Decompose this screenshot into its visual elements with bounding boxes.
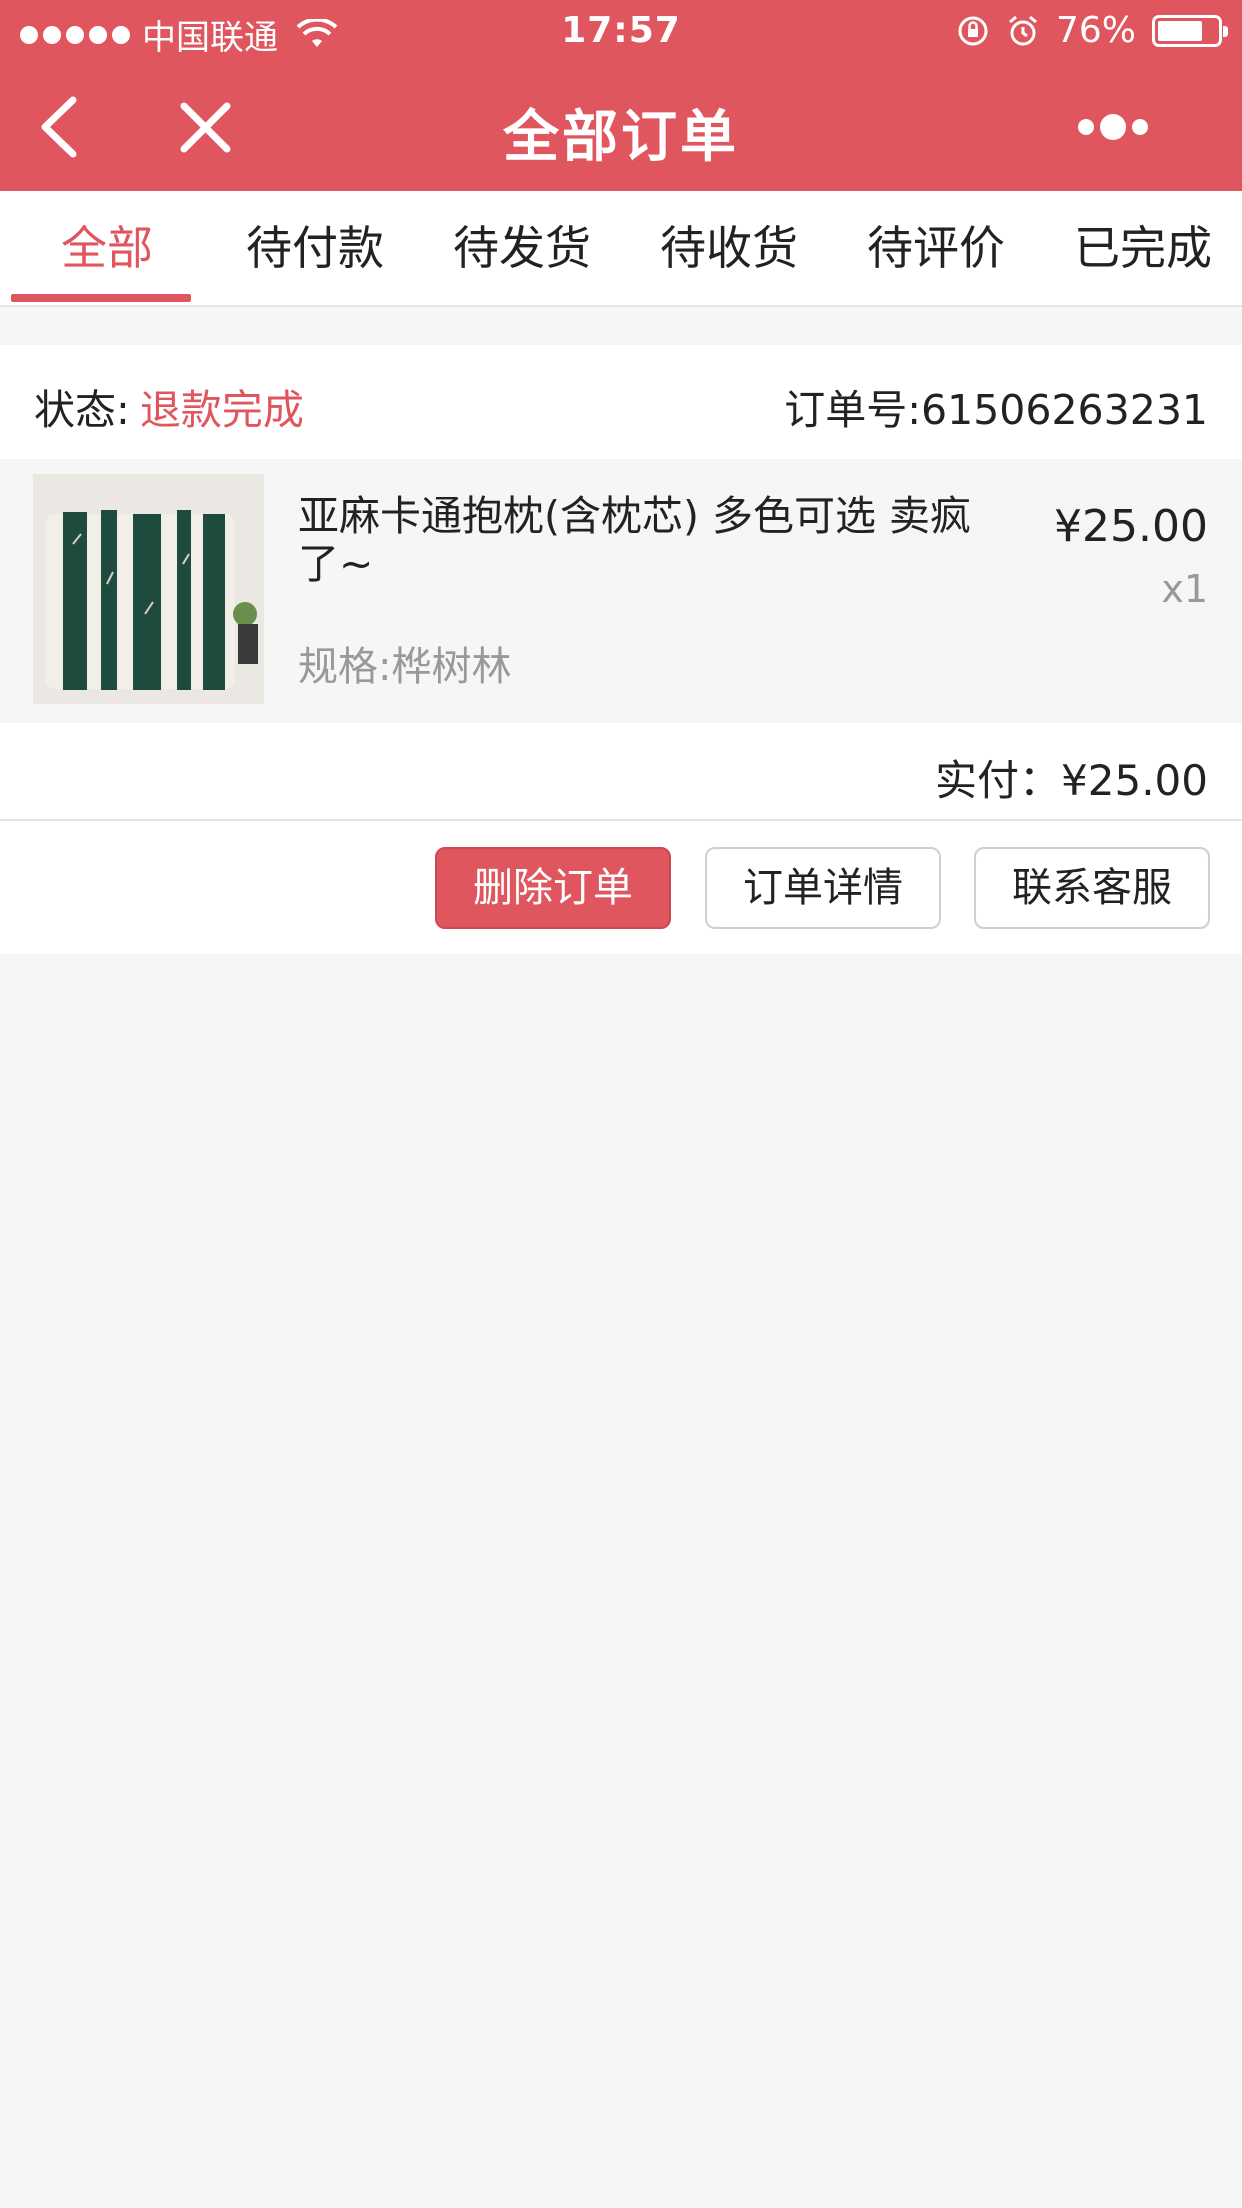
product-name[interactable]: 亚麻卡通抱枕(含枕芯) 多色可选 卖疯了~ [298, 492, 998, 588]
battery-icon [1152, 14, 1228, 47]
order-actions: 删除订单 订单详情 联系客服 [0, 821, 1242, 954]
order-number: 订单号:61506263231 [784, 386, 1208, 434]
tab-pending-shipment[interactable]: 待发货 [432, 191, 612, 305]
order-tabs: 全部 待付款 待发货 待收货 待评价 已完成 [0, 191, 1242, 307]
product-spec: 规格:桦树林 [298, 644, 512, 690]
nav-bar: 全部订单 [0, 62, 1242, 191]
paid-row: 实付：¥25.00 [0, 723, 1242, 821]
order-detail-button[interactable]: 订单详情 [705, 847, 941, 929]
tab-pending-review[interactable]: 待评价 [846, 191, 1026, 305]
order-status: 状态: 退款完成 [34, 376, 304, 436]
contact-service-button[interactable]: 联系客服 [974, 847, 1210, 929]
tab-completed[interactable]: 已完成 [1053, 191, 1233, 305]
product-price: ¥25.00 [1054, 501, 1208, 552]
page-title: 全部订单 [503, 105, 739, 170]
tab-all[interactable]: 全部 [17, 191, 197, 305]
pillow-thumbnail [33, 474, 264, 704]
paid-amount: 实付：¥25.00 [935, 756, 1208, 805]
tab-pending-payment[interactable]: 待付款 [225, 191, 405, 305]
product-quantity: x1 [1161, 567, 1208, 611]
order-header: 状态: 退款完成 订单号:61506263231 [0, 345, 1242, 459]
status-bar: 中国联通 17:57 76% [0, 0, 1242, 62]
alarm-icon [1009, 15, 1037, 45]
delete-order-button[interactable]: 删除订单 [435, 847, 671, 929]
battery-percentage: 76% [1055, 10, 1136, 51]
product-image[interactable] [33, 474, 264, 704]
more-dots-icon[interactable] [1078, 112, 1194, 142]
status-label: 状态: [34, 386, 130, 434]
status-value: 退款完成 [139, 386, 304, 434]
order-item[interactable]: 亚麻卡通抱枕(含枕芯) 多色可选 卖疯了~ 规格:桦树林 ¥25.00 x1 [0, 459, 1242, 723]
rotation-lock-icon [958, 16, 988, 45]
active-tab-indicator [11, 294, 191, 302]
top-bar: 中国联通 17:57 76% 全部订单 [0, 0, 1242, 191]
tab-pending-receipt[interactable]: 待收货 [639, 191, 819, 305]
